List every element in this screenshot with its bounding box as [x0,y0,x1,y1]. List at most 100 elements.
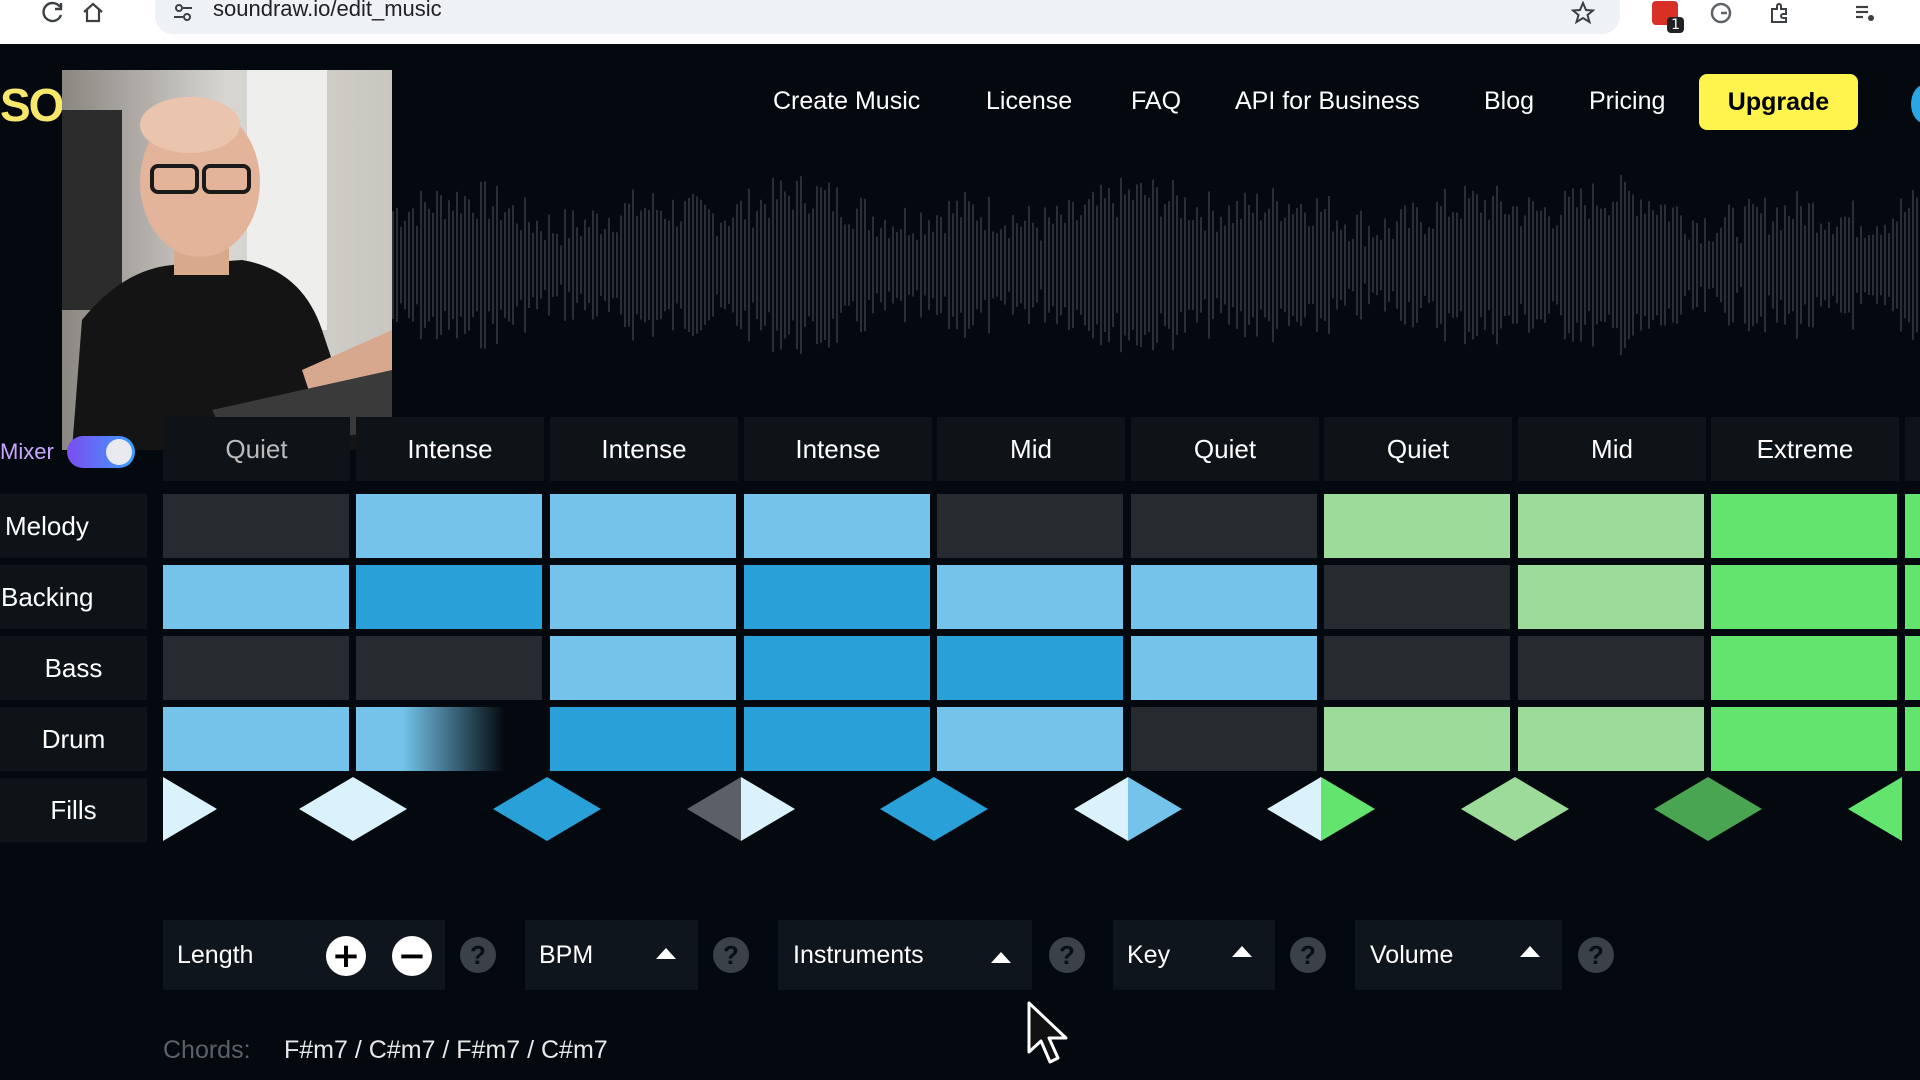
section-header[interactable]: Intense [550,417,738,481]
section-header[interactable]: Quiet [1131,417,1319,481]
track-cell[interactable] [1518,707,1704,771]
track-cell[interactable] [937,707,1123,771]
fill-right-arrow-icon[interactable] [741,777,795,841]
waveform-bar [1664,204,1666,326]
waveform-bar [1604,207,1606,323]
track-cell[interactable] [356,707,542,771]
fill-right-arrow-icon[interactable] [1515,777,1569,841]
section-header[interactable]: Intense [744,417,932,481]
track-cell[interactable] [1131,565,1317,629]
track-cell[interactable] [1518,565,1704,629]
volume-help-icon[interactable]: ? [1578,937,1614,973]
site-logo[interactable]: SO [0,78,64,132]
reload-icon[interactable] [38,0,68,26]
mixer-toggle[interactable] [67,436,135,468]
upgrade-button[interactable]: Upgrade [1699,74,1858,130]
track-cell[interactable] [744,494,930,558]
track-cell[interactable] [356,494,542,558]
section-header[interactable]: Mid [1518,417,1706,481]
fill-left-arrow-icon[interactable] [1848,777,1902,841]
track-cell[interactable] [744,565,930,629]
track-cell[interactable] [1324,565,1510,629]
waveform[interactable] [392,150,1920,380]
fill-right-arrow-icon[interactable] [1321,777,1375,841]
track-cell[interactable] [1131,707,1317,771]
waveform-bar [696,196,698,334]
track-cell[interactable] [1711,494,1897,558]
track-cell[interactable] [356,565,542,629]
fill-left-arrow-icon[interactable] [299,777,353,841]
track-cell[interactable] [163,565,349,629]
section-header[interactable]: Quiet [1324,417,1512,481]
fill-left-arrow-icon[interactable] [493,777,547,841]
track-cell[interactable] [1518,636,1704,700]
track-cell[interactable] [550,494,736,558]
fill-right-arrow-icon[interactable] [1128,777,1182,841]
track-cell[interactable] [1131,636,1317,700]
track-cell-partial[interactable] [1905,565,1920,629]
track-cell[interactable] [1324,636,1510,700]
fill-left-arrow-icon[interactable] [1461,777,1515,841]
bpm-help-icon[interactable]: ? [713,937,749,973]
fill-left-arrow-icon[interactable] [880,777,934,841]
fill-left-arrow-icon[interactable] [1267,777,1321,841]
track-cell[interactable] [1324,494,1510,558]
track-cell[interactable] [550,565,736,629]
nav-faq[interactable]: FAQ [1131,87,1181,116]
track-cell[interactable] [1518,494,1704,558]
track-cell-partial[interactable] [1905,707,1920,771]
track-cell[interactable] [163,494,349,558]
fill-right-arrow-icon[interactable] [353,777,407,841]
fill-left-arrow-icon[interactable] [1654,777,1708,841]
track-cell[interactable] [163,707,349,771]
fill-left-arrow-icon[interactable] [687,777,741,841]
track-cell-partial[interactable] [1905,636,1920,700]
fill-right-arrow-icon[interactable] [547,777,601,841]
length-increase-button[interactable]: + [326,936,366,976]
track-cell[interactable] [1711,707,1897,771]
key-help-icon[interactable]: ? [1290,937,1326,973]
fill-right-arrow-icon[interactable] [934,777,988,841]
section-header-partial[interactable] [1905,417,1920,481]
track-cell[interactable] [550,707,736,771]
home-icon[interactable] [78,0,108,26]
nav-license[interactable]: License [986,87,1072,116]
bookmark-star-icon[interactable] [1568,0,1598,26]
nav-blog[interactable]: Blog [1484,87,1534,116]
track-cell[interactable] [1131,494,1317,558]
fill-right-arrow-icon[interactable] [163,777,217,841]
track-cell[interactable] [1711,636,1897,700]
fill-left-arrow-icon[interactable] [1074,777,1128,841]
extension-icon[interactable] [1706,0,1736,26]
site-settings-icon[interactable] [167,0,199,26]
waveform-bar [1164,204,1166,326]
extension-badge-icon[interactable]: 1 [1648,0,1684,33]
address-bar[interactable]: soundraw.io/edit_music [155,0,1620,34]
nav-api-for-business[interactable]: API for Business [1235,87,1420,116]
track-cell[interactable] [163,636,349,700]
track-cell[interactable] [744,636,930,700]
nav-pricing[interactable]: Pricing [1589,87,1665,116]
track-cell[interactable] [1324,707,1510,771]
section-header[interactable]: Quiet [163,417,350,481]
instruments-help-icon[interactable]: ? [1049,937,1085,973]
length-help-icon[interactable]: ? [460,937,496,973]
avatar[interactable] [1911,84,1920,124]
track-cell[interactable] [356,636,542,700]
track-cell[interactable] [744,707,930,771]
length-decrease-button[interactable]: − [392,936,432,976]
fill-right-arrow-icon[interactable] [1708,777,1762,841]
section-header[interactable]: Mid [937,417,1125,481]
track-cell[interactable] [937,494,1123,558]
extensions-puzzle-icon[interactable] [1765,0,1795,26]
track-cell[interactable] [1711,565,1897,629]
section-header[interactable]: Intense [356,417,544,481]
track-cell[interactable] [937,565,1123,629]
track-cell[interactable] [937,636,1123,700]
section-header[interactable]: Extreme [1711,417,1899,481]
nav-create-music[interactable]: Create Music [773,87,920,116]
media-icon[interactable] [1850,0,1880,26]
track-cell-partial[interactable] [1905,494,1920,558]
waveform-bar [720,222,722,308]
track-cell[interactable] [550,636,736,700]
